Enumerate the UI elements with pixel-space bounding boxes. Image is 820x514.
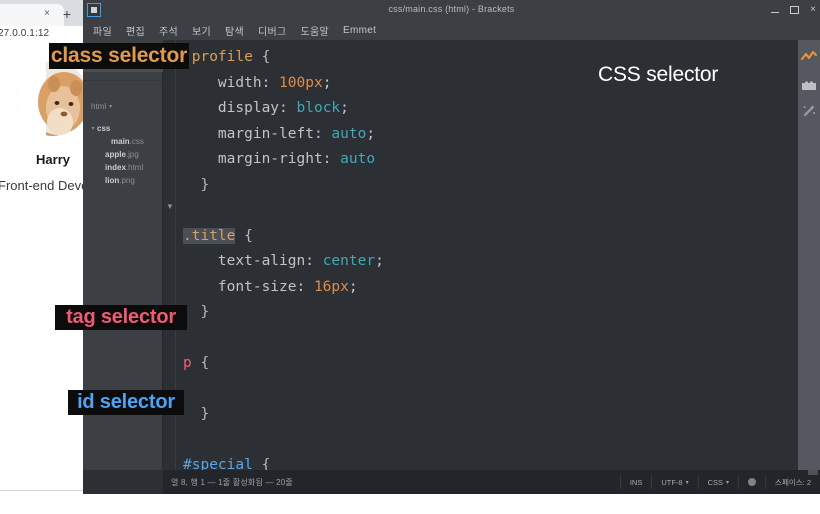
language-selector[interactable]: CSS ▾ bbox=[697, 475, 738, 489]
tree-item-ext: .css bbox=[129, 137, 144, 146]
address-bar-text[interactable]: 27.0.0.1:12 bbox=[0, 28, 49, 39]
tree-item-index[interactable]: index .html bbox=[83, 161, 163, 174]
tree-item-name: index bbox=[105, 163, 126, 172]
tree-item-ext: .jpg bbox=[125, 150, 139, 159]
code-fold-arrow-icon[interactable]: ▼ bbox=[166, 203, 174, 211]
screenshot-root: × + 27.0.0.1:12 Harry Front-end Deve css… bbox=[0, 0, 820, 514]
menu-item-5[interactable]: 탐색 bbox=[218, 21, 251, 40]
encoding-selector[interactable]: UTF-8 ▾ bbox=[651, 475, 697, 489]
css-value: 100px bbox=[279, 74, 323, 91]
tree-item-apple[interactable]: apple .jpg bbox=[83, 148, 163, 161]
insert-mode-indicator[interactable]: INS bbox=[619, 475, 652, 489]
lint-status-button[interactable] bbox=[738, 475, 765, 489]
css-value: center bbox=[322, 253, 376, 269]
right-toolbar bbox=[798, 40, 820, 470]
menu-item-4[interactable]: 보기 bbox=[185, 21, 218, 40]
css-property: width: bbox=[183, 74, 280, 91]
indent-setting[interactable]: 스페이스: 2 bbox=[765, 475, 820, 489]
brace-open: { bbox=[252, 457, 271, 470]
brace-open: { bbox=[191, 355, 210, 371]
live-preview-lightning-icon[interactable] bbox=[801, 50, 817, 64]
new-tab-icon[interactable]: + bbox=[60, 7, 74, 21]
close-icon[interactable]: × bbox=[810, 5, 816, 15]
chevron-down-icon[interactable]: ▾ bbox=[89, 125, 97, 132]
menu-item-6[interactable]: 디버그 bbox=[251, 21, 294, 40]
css-property: margin-left: bbox=[183, 125, 332, 142]
menu-item-8[interactable]: Emmet bbox=[336, 23, 383, 38]
css-value: block bbox=[296, 100, 341, 116]
menu-bar: 파일 편집 주석 보기 탐색 디버그 도움말 Emmet bbox=[83, 20, 820, 40]
file-tree: ▾ css main .css apple .jpg index .html lion .png bbox=[83, 122, 163, 187]
menu-item-3[interactable]: 주석 bbox=[152, 21, 185, 40]
encoding-label: UTF-8 bbox=[661, 477, 683, 487]
annotation-id-selector: id selector bbox=[68, 390, 184, 415]
css-property: display: bbox=[183, 100, 297, 116]
css-value: auto bbox=[340, 151, 376, 167]
language-label: CSS bbox=[707, 477, 724, 487]
tree-item-css[interactable]: ▾ css bbox=[83, 122, 163, 135]
annotation-class-selector: class selector bbox=[49, 43, 189, 69]
lion-photo-icon bbox=[16, 62, 90, 136]
project-root[interactable]: html ▾ bbox=[91, 102, 112, 111]
code-editor[interactable]: ▼ .profile { width: 100px; display: bloc… bbox=[163, 40, 820, 470]
css-selector: #special bbox=[183, 457, 253, 470]
menu-item-2[interactable]: 편집 bbox=[119, 21, 152, 40]
tree-item-name: main bbox=[111, 137, 130, 146]
menu-item-7[interactable]: 도움말 bbox=[294, 21, 337, 40]
tree-item-ext: .png bbox=[119, 176, 135, 185]
tree-item-name: lion bbox=[105, 176, 120, 185]
css-value: auto bbox=[331, 125, 367, 142]
brace-close: } bbox=[183, 176, 210, 193]
chevron-down-icon[interactable]: ▾ bbox=[109, 103, 112, 110]
css-selector: .profile bbox=[183, 49, 253, 65]
css-property: font-size: bbox=[183, 278, 314, 295]
status-bar: 열 8, 행 1 — 1줄 활성화됨 — 20줄 INS UTF-8 ▾ CSS… bbox=[163, 470, 820, 494]
status-bar-right: INS UTF-8 ▾ CSS ▾ 스페이스: 2 bbox=[619, 470, 820, 494]
css-value: 16px bbox=[313, 278, 349, 295]
browser-tab[interactable] bbox=[0, 4, 64, 26]
tree-item-ext: .html bbox=[125, 163, 144, 172]
css-property: margin-right: bbox=[183, 151, 341, 167]
brace-open: { bbox=[235, 227, 253, 244]
css-property: text-align: bbox=[183, 253, 323, 269]
sidebar-divider bbox=[83, 80, 163, 81]
page-bottom-strip bbox=[0, 494, 820, 514]
tree-item-main[interactable]: main .css bbox=[83, 135, 163, 148]
magic-wand-icon[interactable] bbox=[801, 104, 817, 118]
tab-close-icon[interactable]: × bbox=[42, 9, 52, 19]
project-label: html bbox=[91, 102, 107, 111]
css-selector: p bbox=[183, 355, 192, 371]
extension-manager-icon[interactable] bbox=[801, 77, 817, 91]
css-selector: .title bbox=[183, 227, 236, 244]
cursor-position-info: 열 8, 행 1 — 1줄 활성화됨 — 20줄 bbox=[171, 477, 293, 487]
minimize-icon[interactable] bbox=[771, 12, 780, 13]
css-source-code[interactable]: .profile { width: 100px; display: block;… bbox=[183, 45, 783, 470]
brace-close: } bbox=[183, 406, 210, 422]
maximize-icon[interactable] bbox=[790, 6, 800, 14]
tree-item-name: apple bbox=[105, 150, 126, 159]
avatar bbox=[16, 62, 90, 136]
scrollbar-thumb[interactable] bbox=[808, 470, 818, 475]
menu-item-1[interactable]: 파일 bbox=[86, 21, 119, 40]
chevron-down-icon: ▾ bbox=[726, 479, 730, 486]
title-bar: css/main.css (html) - Brackets × bbox=[83, 0, 820, 20]
annotation-css-selector-heading: CSS selector bbox=[598, 63, 719, 86]
tree-item-lion[interactable]: lion .png bbox=[83, 174, 163, 187]
window-title: css/main.css (html) - Brackets bbox=[388, 4, 515, 14]
tree-item-name: css bbox=[97, 124, 111, 133]
chevron-down-icon: ▾ bbox=[685, 479, 689, 486]
annotation-tag-selector: tag selector bbox=[55, 305, 187, 330]
lint-status-icon bbox=[748, 478, 757, 486]
window-controls: × bbox=[771, 4, 816, 16]
brace-open: { bbox=[252, 49, 271, 65]
